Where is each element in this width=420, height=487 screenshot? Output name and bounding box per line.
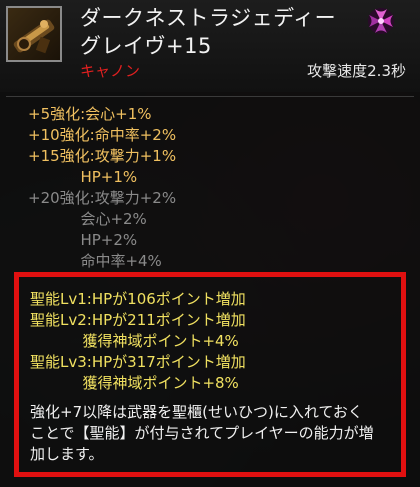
- item-tooltip: ダークネストラジェディーグレイヴ+15 キャノン 攻撃速度2.3秒 +5強化:会…: [0, 0, 420, 487]
- enhancement-row: +10強化:命中率+2%: [28, 126, 177, 144]
- item-type: キャノン: [80, 62, 141, 80]
- purple-swirl-icon: [366, 6, 396, 36]
- holy-ability-row: 聖能Lv2:HPが211ポイント増加: [30, 311, 246, 329]
- holy-ability-row: 聖能Lv3:HPが317ポイント増加: [30, 353, 246, 371]
- holy-ability-row: 獲得神域ポイント+8%: [30, 374, 239, 392]
- item-description: 強化+7以降は武器を聖櫃(せいひつ)に入れておく ことで【聖能】が付与されてプレ…: [30, 402, 390, 465]
- holy-ability-list: 聖能Lv1:HPが106ポイント増加 聖能Lv2:HPが211ポイント増加 獲得…: [30, 289, 246, 394]
- attack-speed: 攻撃速度2.3秒: [307, 62, 406, 80]
- enhancement-bonus-list: +5強化:会心+1% +10強化:命中率+2% +15強化:攻撃力+1% HP+…: [28, 104, 176, 272]
- enhancement-row: 会心+2%: [28, 210, 147, 228]
- description-line: 強化+7以降は武器を聖櫃(せいひつ)に入れておく: [30, 403, 363, 421]
- holy-ability-row: 獲得神域ポイント+4%: [30, 332, 239, 350]
- divider: [6, 96, 414, 97]
- enhancement-row: +15強化:攻撃力+1%: [28, 147, 177, 165]
- enhancement-row: HP+1%: [28, 168, 138, 186]
- cannon-weapon-icon: [6, 6, 62, 62]
- enhancement-row: 命中率+4%: [28, 252, 162, 270]
- holy-ability-row: 聖能Lv1:HPが106ポイント増加: [30, 290, 246, 308]
- description-line: 加します。: [30, 445, 104, 463]
- enhancement-row: +5強化:会心+1%: [28, 105, 152, 123]
- tooltip-header: ダークネストラジェディーグレイヴ+15 キャノン 攻撃速度2.3秒: [0, 0, 420, 92]
- description-line: ことで【聖能】が付与されてプレイヤーの能力が増: [30, 424, 374, 442]
- enhancement-row: HP+2%: [28, 231, 138, 249]
- item-name: ダークネストラジェディーグレイヴ+15: [80, 6, 337, 58]
- enhancement-row: +20強化:攻撃力+2%: [28, 189, 177, 207]
